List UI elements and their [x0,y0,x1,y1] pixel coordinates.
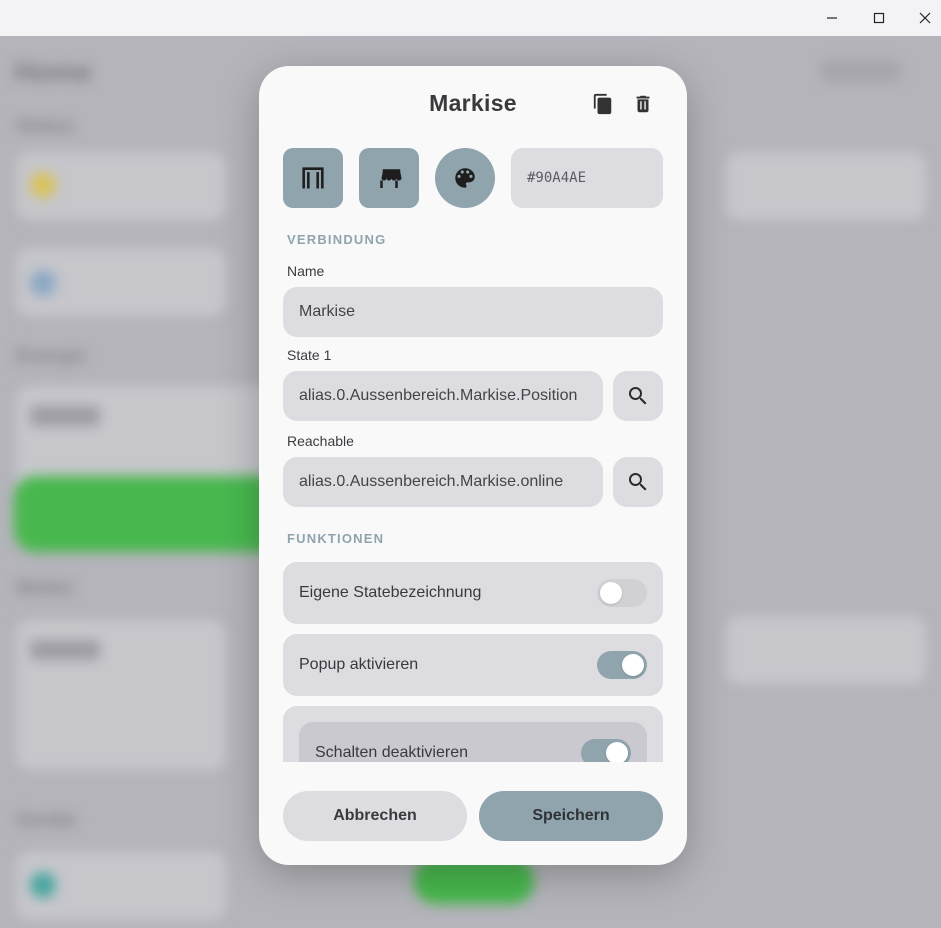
background-card-icon [30,270,56,296]
toggle-label: Schalten deaktivieren [315,744,468,761]
reachable-search-button[interactable] [613,457,663,507]
color-hex-input[interactable]: #90A4AE [511,148,663,208]
reachable-input[interactable]: alias.0.Aussenbereich.Markise.online [283,457,603,507]
background-card [726,152,926,220]
background-title: Home [14,56,92,87]
custom-state-label-switch[interactable] [597,579,647,607]
background-card-value [30,406,100,426]
door-frame-icon [302,167,324,189]
trash-icon [636,95,650,113]
name-input[interactable]: Markise [283,287,663,337]
minimize-button[interactable] [809,0,855,36]
icon-tile-awning[interactable] [359,148,419,208]
dialog-title: Markise [429,90,517,116]
toggle-label: Eigene Statebezeichnung [299,584,482,601]
switch-knob [622,654,644,676]
background-room-selector [821,60,901,82]
disable-switching-switch[interactable] [581,739,631,762]
state1-label: State 1 [287,347,332,363]
maximize-icon [873,12,885,24]
background-card-value [30,640,100,660]
save-button[interactable]: Speichern [479,791,663,841]
state1-input[interactable]: alias.0.Aussenbereich.Markise.Position [283,371,603,421]
toggle-row-popup: Popup aktivieren [283,634,663,696]
copy-icon [593,93,612,115]
background-card-icon [30,872,56,898]
background-card [726,616,926,684]
search-icon [629,473,647,491]
background-section: Wetter [16,578,75,599]
toggle-row-custom-state-label: Eigene Statebezeichnung [283,562,663,624]
background-section: Energie [16,346,86,367]
state1-search-button[interactable] [613,371,663,421]
functions-scroll-area[interactable]: Eigene Statebezeichnung Popup aktivieren… [283,562,663,762]
color-picker-button[interactable] [435,148,495,208]
toggle-label: Popup aktivieren [299,656,419,673]
toggle-row-disable-switching: Schalten deaktivieren [299,722,647,762]
close-icon [919,12,931,24]
background-section: Geräte [16,810,77,831]
popup-switch[interactable] [597,651,647,679]
awning-icon [377,169,402,188]
delete-button[interactable] [631,92,655,116]
section-functions-label: FUNKTIONEN [287,531,385,546]
minimize-icon [827,17,837,19]
edit-device-dialog: Markise #90A4AE VERBINDUNG Name Markise … [259,66,687,865]
switch-knob [600,582,622,604]
icon-tile-door-frame[interactable] [283,148,343,208]
window-titlebar [0,0,941,36]
background-card-icon [30,172,56,198]
section-connection-label: VERBINDUNG [287,232,387,247]
name-label: Name [287,263,325,279]
search-icon [629,387,647,405]
toggle-group-container: Schalten deaktivieren [283,706,663,762]
close-window-button[interactable] [902,0,941,36]
reachable-label: Reachable [287,433,354,449]
switch-knob [606,742,628,762]
copy-button[interactable] [591,92,615,116]
background-section: Status [16,116,75,137]
cancel-button[interactable]: Abbrechen [283,791,467,841]
maximize-button[interactable] [856,0,902,36]
palette-icon [455,168,475,188]
